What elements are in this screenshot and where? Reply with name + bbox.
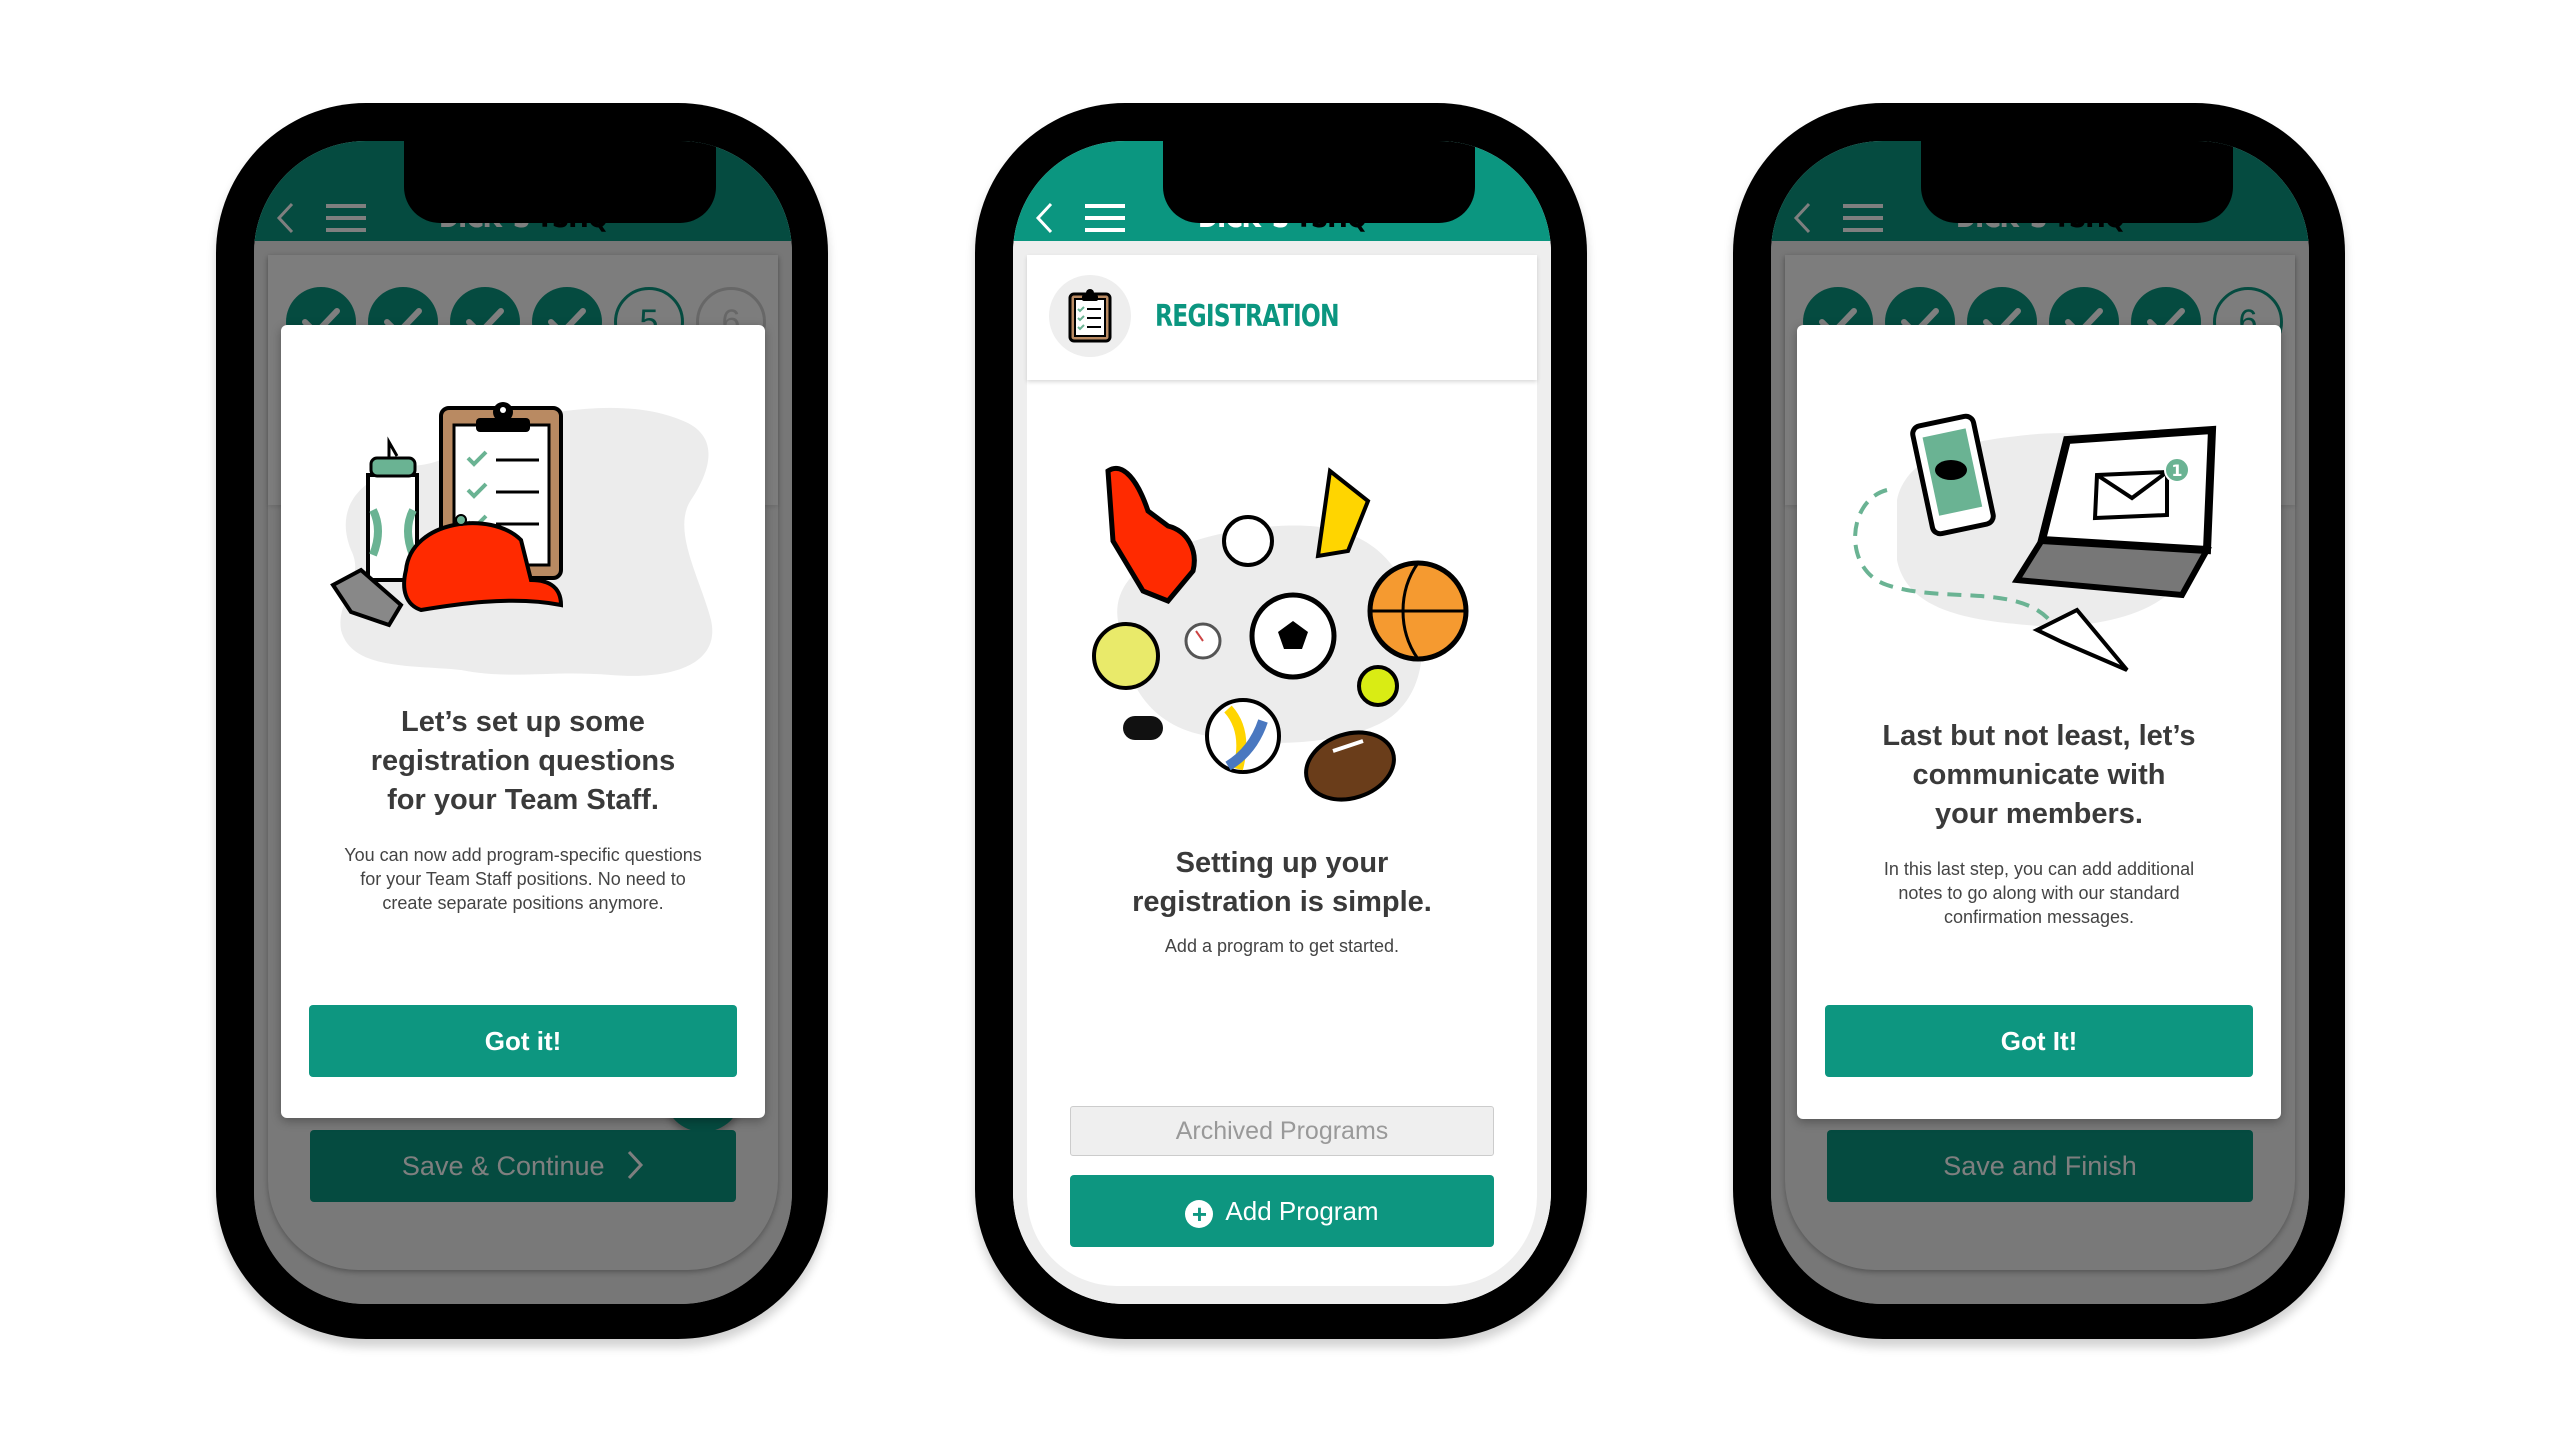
modal-description-line: You can now add program-specific questio… xyxy=(344,845,702,865)
modal-title-line: your members. xyxy=(1935,798,2143,830)
phone-screen: DICKS TSHQ REGISTRATION xyxy=(1013,141,1551,1304)
modal-description-line: confirmation messages. xyxy=(1943,907,2135,927)
plus-circle-icon: + xyxy=(1185,1200,1214,1228)
phone-screen: DICKS TSHQ 5 6 + Save & Continue xyxy=(254,141,792,1304)
notification-badge: 1 xyxy=(2171,461,2182,480)
modal-title-line: registration questions xyxy=(370,745,676,777)
registration-content: REGISTRATION Setting up your registratio… xyxy=(1013,241,1551,1304)
got-it-button[interactable]: Got It! xyxy=(1825,1005,2253,1077)
modal-title-line: for your Team Staff. xyxy=(387,784,659,816)
modal-description: You can now add program-specific questio… xyxy=(321,843,725,915)
phone-notch xyxy=(404,141,716,223)
modal-description-line: create separate positions anymore. xyxy=(382,893,664,913)
modal-title-line: communicate with xyxy=(1912,759,2166,791)
onboarding-modal: Let’s set up some registration questions… xyxy=(281,325,765,1118)
modal-description-line: In this last step, you can add additiona… xyxy=(1883,859,2195,879)
modal-description: In this last step, you can add additiona… xyxy=(1847,857,2231,929)
modal-layer: Let’s set up some registration questions… xyxy=(254,241,792,1304)
modal-layer: 1 Last but not least, let’s communicate … xyxy=(1771,241,2309,1304)
add-program-button[interactable]: + Add Program xyxy=(1070,1175,1494,1247)
coach-gear-illustration xyxy=(330,402,713,676)
empty-state-title: Setting up your registration is simple. xyxy=(1033,844,1531,922)
phone-screen: DICKS TSHQ 6 Save and Finish xyxy=(1771,141,2309,1304)
phone-mockup-communicate: DICKS TSHQ 6 Save and Finish xyxy=(1733,103,2345,1339)
modal-title-line: Last but not least, let’s xyxy=(1882,720,2196,752)
modal-title: Last but not least, let’s communicate wi… xyxy=(1817,717,2261,834)
empty-state-title-line: registration is simple. xyxy=(1132,886,1432,918)
phone-mockup-team-staff: DICKS TSHQ 5 6 + Save & Continue xyxy=(216,103,828,1339)
modal-title-line: Let’s set up some xyxy=(401,706,645,738)
sports-equipment-illustration xyxy=(1092,466,1469,802)
onboarding-modal: 1 Last but not least, let’s communicate … xyxy=(1797,325,2281,1119)
empty-state-description: Add a program to get started. xyxy=(1164,936,1400,956)
empty-state-title-line: Setting up your xyxy=(1175,847,1389,879)
section-title: REGISTRATION xyxy=(1155,299,1340,334)
messaging-devices-illustration: 1 xyxy=(1853,413,2217,672)
got-it-button[interactable]: Got it! xyxy=(309,1005,737,1077)
modal-description-line: for your Team Staff positions. No need t… xyxy=(360,869,686,889)
registration-section-card: REGISTRATION xyxy=(1027,255,1537,380)
clipboard-icon xyxy=(1049,275,1131,357)
modal-title: Let’s set up some registration questions… xyxy=(301,703,745,820)
phone-mockup-registration: DICKS TSHQ REGISTRATION xyxy=(975,103,1587,1339)
add-program-label: Add Program xyxy=(1225,1196,1379,1226)
chevron-left-icon[interactable] xyxy=(1033,201,1057,235)
modal-description-line: notes to go along with our standard xyxy=(1898,883,2180,903)
archived-programs-button[interactable]: Archived Programs xyxy=(1070,1106,1494,1156)
phone-notch xyxy=(1921,141,2233,223)
phone-notch xyxy=(1163,141,1475,223)
